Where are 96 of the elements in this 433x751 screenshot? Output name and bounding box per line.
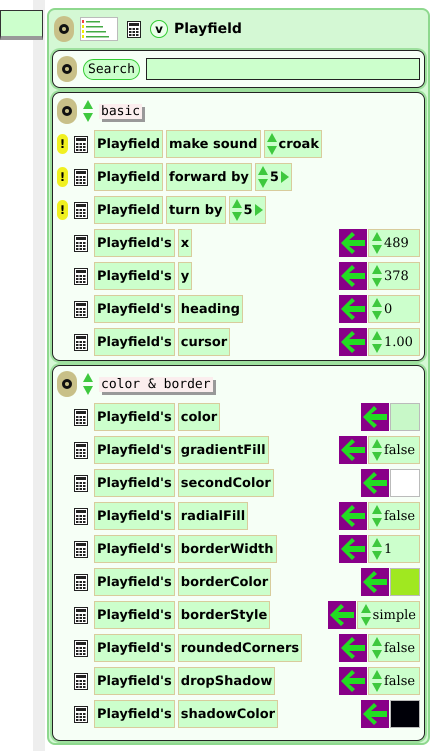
assign-arrow-icon[interactable] — [328, 601, 356, 629]
tile-icon[interactable] — [74, 300, 88, 318]
object-tile[interactable]: Playfield's — [94, 634, 175, 662]
assign-arrow-icon[interactable] — [339, 229, 367, 257]
search-button[interactable]: Search — [83, 58, 140, 80]
value-field[interactable]: simple — [356, 601, 420, 629]
value-field[interactable]: 378 — [368, 262, 420, 290]
color-swatch[interactable] — [390, 469, 420, 497]
object-tile[interactable]: Playfield — [94, 196, 164, 224]
property-tile[interactable]: y — [178, 262, 192, 290]
property-tile[interactable]: gradientFill — [178, 436, 269, 464]
collapse-button[interactable]: v — [150, 20, 168, 38]
assign-arrow-icon[interactable] — [339, 634, 367, 662]
tile-icon[interactable] — [74, 334, 88, 350]
assign-arrow-icon[interactable] — [361, 403, 389, 431]
object-tile[interactable]: Playfield's — [94, 229, 175, 257]
tile-icon[interactable] — [74, 234, 88, 252]
tile-icon[interactable] — [74, 202, 88, 218]
object-tile[interactable]: Playfield's — [94, 568, 175, 596]
value-field[interactable]: false — [368, 634, 420, 662]
property-tile[interactable]: x — [178, 229, 192, 257]
property-tile[interactable]: color — [178, 403, 220, 431]
menu-button[interactable] — [57, 56, 77, 82]
value-field[interactable]: false — [368, 502, 420, 530]
command-tile[interactable]: make sound — [166, 130, 260, 158]
command-tile[interactable]: forward by — [166, 163, 252, 191]
assign-arrow-icon[interactable] — [339, 295, 367, 323]
tile-icon[interactable] — [74, 408, 88, 426]
assign-arrow-icon[interactable] — [339, 502, 367, 530]
value-field[interactable]: 489 — [368, 229, 420, 257]
property-tile[interactable]: dropShadow — [178, 667, 276, 695]
object-tile[interactable]: Playfield — [94, 163, 164, 191]
value-field[interactable]: false — [368, 667, 420, 695]
command-tile[interactable]: turn by — [166, 196, 226, 224]
assign-arrow-icon[interactable] — [361, 568, 389, 596]
menu-button[interactable] — [57, 371, 77, 397]
property-tile[interactable]: borderStyle — [178, 601, 270, 629]
object-tile[interactable]: Playfield's — [94, 436, 175, 464]
category-selector[interactable]: basic — [99, 104, 142, 118]
object-tile[interactable]: Playfield's — [94, 295, 175, 323]
object-tile[interactable]: Playfield's — [94, 601, 175, 629]
assign-arrow-icon[interactable] — [361, 469, 389, 497]
object-tile[interactable]: Playfield's — [94, 667, 175, 695]
property-tile[interactable]: heading — [178, 295, 243, 323]
object-tile[interactable]: Playfield's — [94, 700, 175, 728]
tile-icon[interactable] — [74, 268, 88, 284]
run-button[interactable]: ! — [57, 200, 68, 220]
object-tile[interactable]: Playfield's — [94, 469, 175, 497]
thumbnail-icon[interactable] — [80, 17, 118, 41]
value-field[interactable]: 1 — [368, 535, 420, 563]
tile-icon[interactable] — [74, 706, 88, 722]
color-swatch[interactable] — [390, 700, 420, 728]
tile-icon[interactable] — [74, 168, 88, 186]
tile-icon[interactable] — [74, 606, 88, 624]
tile-icon[interactable] — [74, 672, 88, 690]
assign-arrow-icon[interactable] — [361, 700, 389, 728]
tile-icon[interactable] — [74, 640, 88, 656]
viewer-title: Playfield — [174, 21, 242, 37]
assign-arrow-icon[interactable] — [339, 436, 367, 464]
assign-arrow-icon[interactable] — [339, 262, 367, 290]
object-tile[interactable]: Playfield's — [94, 262, 175, 290]
property-tile[interactable]: borderWidth — [178, 535, 277, 563]
flap-tab[interactable] — [0, 10, 43, 40]
category-selector[interactable]: color & border — [99, 376, 213, 392]
property-tile[interactable]: radialFill — [178, 502, 248, 530]
menu-button[interactable] — [54, 16, 74, 42]
tile-icon[interactable] — [74, 508, 88, 524]
object-tile[interactable]: Playfield — [94, 130, 164, 158]
property-tile[interactable]: secondColor — [178, 469, 274, 497]
tile-icon[interactable] — [127, 20, 141, 38]
value-field[interactable]: false — [368, 436, 420, 464]
value-field[interactable]: 0 — [368, 295, 420, 323]
tile-icon[interactable] — [74, 136, 88, 152]
object-tile[interactable]: Playfield's — [94, 403, 175, 431]
object-tile[interactable]: Playfield's — [94, 328, 175, 356]
tile-icon[interactable] — [74, 442, 88, 458]
sound-selector[interactable]: croak — [264, 130, 322, 158]
color-swatch[interactable] — [390, 403, 420, 431]
search-field[interactable] — [146, 58, 420, 80]
assign-arrow-icon[interactable] — [339, 328, 367, 356]
assign-arrow-icon[interactable] — [339, 535, 367, 563]
run-button[interactable]: ! — [57, 134, 68, 154]
tile-icon[interactable] — [74, 474, 88, 492]
tile-icon[interactable] — [74, 574, 88, 590]
object-tile[interactable]: Playfield's — [94, 535, 175, 563]
property-tile[interactable]: borderColor — [178, 568, 272, 596]
property-tile[interactable]: roundedCorners — [178, 634, 302, 662]
run-button[interactable]: ! — [57, 167, 68, 187]
menu-button[interactable] — [57, 98, 77, 124]
value-field[interactable]: 1.00 — [368, 328, 420, 356]
tile-icon[interactable] — [74, 540, 88, 558]
color-swatch[interactable] — [390, 568, 420, 596]
assign-arrow-icon[interactable] — [339, 667, 367, 695]
property-tile[interactable]: shadowColor — [178, 700, 278, 728]
object-tile[interactable]: Playfield's — [94, 502, 175, 530]
property-tile[interactable]: cursor — [178, 328, 230, 356]
